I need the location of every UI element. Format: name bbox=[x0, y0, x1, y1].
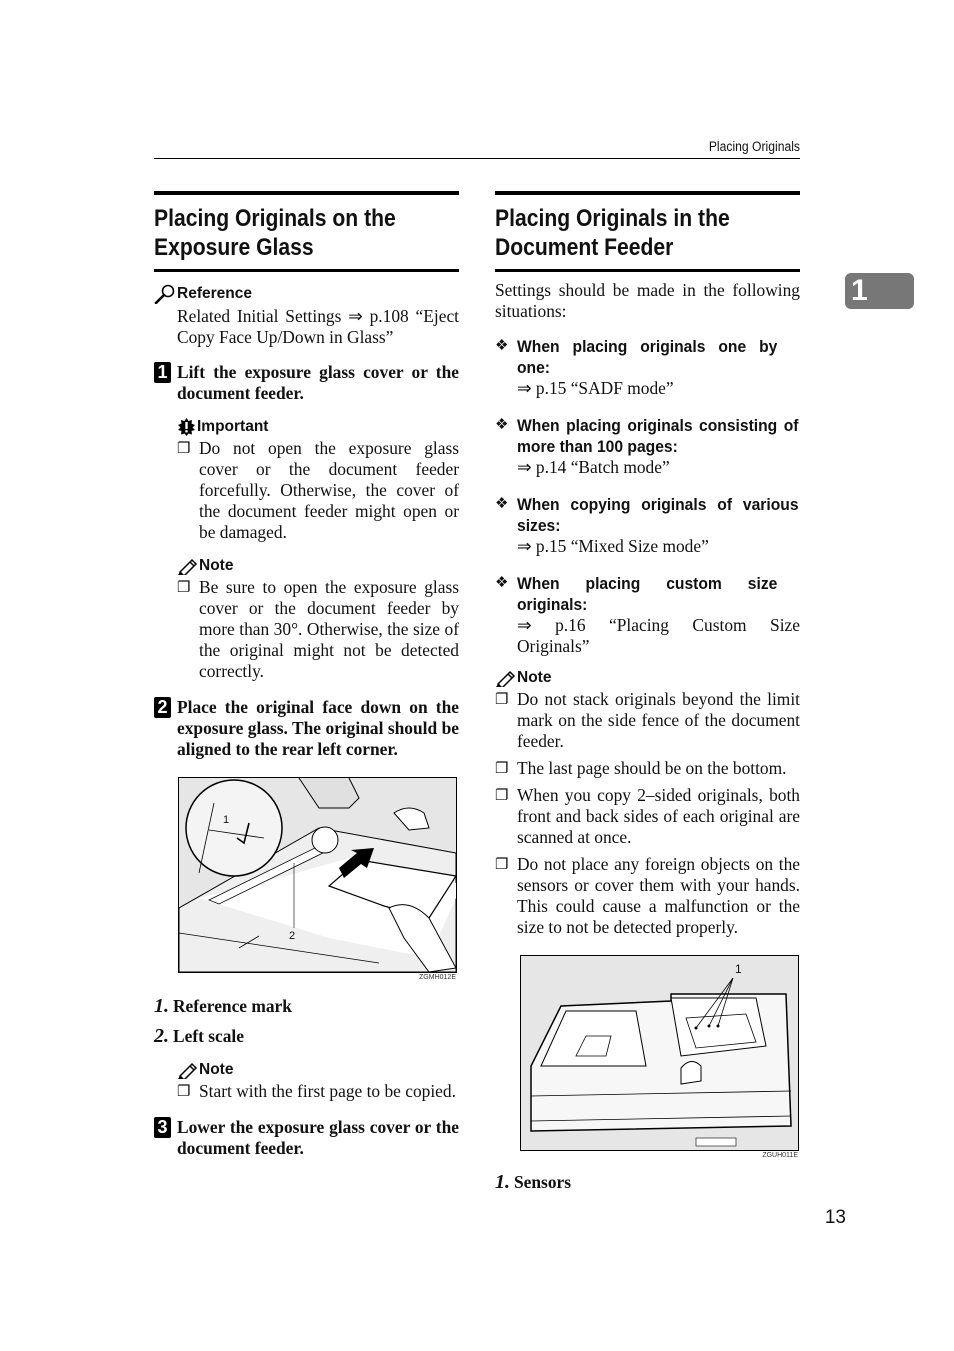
note-item: ❐ Do not stack originals beyond the limi… bbox=[495, 689, 800, 751]
diamond-bullet-icon: ❖ bbox=[495, 338, 509, 354]
diamond-bullet-icon: ❖ bbox=[495, 575, 509, 591]
checkbox-icon: ❐ bbox=[177, 1082, 191, 1100]
figure-document-feeder: 1 ZGUH011E bbox=[520, 955, 799, 1159]
page-reference-link[interactable]: ⇒ p.14 “Batch mode” bbox=[517, 457, 823, 478]
legend-item: 2. Left scale bbox=[154, 1025, 244, 1047]
situation-item: ❖ When placing originals one by one: ⇒ p… bbox=[495, 336, 800, 399]
section-rule-bottom bbox=[495, 269, 800, 272]
step-3: 3 Lower the exposure glass cover or the … bbox=[154, 1117, 459, 1159]
checkbox-icon: ❐ bbox=[495, 759, 509, 777]
magnifier-icon bbox=[154, 284, 177, 305]
page-reference-link[interactable]: ⇒ p.15 “Mixed Size mode” bbox=[517, 536, 823, 557]
legend-item: 1. Reference mark bbox=[154, 995, 292, 1017]
intro-text: Settings should be made in the following… bbox=[495, 280, 800, 321]
important-icon bbox=[177, 418, 197, 436]
section-title: Placing Originals on the Exposure Glass bbox=[154, 205, 396, 261]
checkbox-icon: ❐ bbox=[495, 690, 509, 708]
situation-item: ❖ When copying originals of various size… bbox=[495, 494, 800, 557]
figure-legend: 1. Sensors bbox=[495, 1171, 800, 1194]
legend-item: 1. Sensors bbox=[495, 1171, 572, 1193]
section-rule-bottom bbox=[154, 269, 459, 272]
note-box: Note ❐ Do not stack originals beyond the… bbox=[495, 669, 800, 938]
document-feeder-drawing bbox=[530, 977, 792, 1147]
step-badge: 1 bbox=[154, 362, 171, 383]
page-reference-link[interactable]: ⇒ p.16 “Placing Custom Size Originals” bbox=[517, 615, 800, 657]
important-heading: Important bbox=[177, 418, 459, 436]
pencil-icon bbox=[177, 557, 199, 578]
callout-1: 1 bbox=[735, 962, 742, 976]
illustration-document-feeder: 1 bbox=[520, 955, 799, 1151]
note-item: ❐ Start with the first page to be copied… bbox=[177, 1081, 456, 1101]
chapter-tab: 1 bbox=[845, 273, 914, 309]
note-item: ❐ Be sure to open the exposure glass cov… bbox=[177, 577, 459, 681]
section-rule-top bbox=[495, 191, 800, 195]
reference-text: Related Initial Settings ⇒ p.108 “Eject … bbox=[177, 306, 459, 347]
diamond-bullet-icon: ❖ bbox=[495, 496, 509, 512]
important-item: ❐ Do not open the exposure glass cover o… bbox=[177, 438, 459, 542]
right-column: Placing Originals in the Document Feeder… bbox=[495, 191, 800, 1194]
step-badge: 3 bbox=[154, 1117, 171, 1138]
step-text: Place the original face down on the expo… bbox=[177, 697, 459, 759]
callout-2: 2 bbox=[289, 930, 296, 942]
step-2: 2 Place the original face down on the ex… bbox=[154, 697, 459, 760]
checkbox-icon: ❐ bbox=[177, 578, 191, 596]
note-heading: Note bbox=[495, 669, 800, 690]
left-column: Placing Originals on the Exposure Glass … bbox=[154, 191, 459, 1159]
situation-item: ❖ When placing custom size originals: ⇒ … bbox=[495, 574, 800, 657]
note-box: Note ❐ Start with the first page to be c… bbox=[177, 1061, 459, 1102]
exposure-glass-drawing bbox=[179, 778, 456, 972]
step-1: 1 Lift the exposure glass cover or the d… bbox=[154, 362, 459, 404]
section-title: Placing Originals in the Document Feeder bbox=[495, 205, 730, 261]
checkbox-icon: ❐ bbox=[495, 855, 509, 873]
page-reference-link[interactable]: ⇒ p.15 “SADF mode” bbox=[517, 378, 800, 399]
header-rule bbox=[154, 158, 800, 159]
step-text: Lower the exposure glass cover or the do… bbox=[177, 1117, 459, 1158]
figure-legend: 1. Reference mark 2. Left scale bbox=[154, 995, 459, 1048]
diamond-bullet-icon: ❖ bbox=[495, 417, 509, 433]
figure-code: ZGUH011E bbox=[762, 1152, 798, 1159]
figure-code: ZGMH012E bbox=[419, 974, 456, 981]
checkbox-icon: ❐ bbox=[177, 439, 191, 457]
note-item: ❐ The last page should be on the bottom. bbox=[495, 758, 787, 778]
figure-exposure-glass: 1 2 ZGMH012E bbox=[178, 777, 457, 981]
note-item: ❐ When you copy 2–sided originals, both … bbox=[495, 785, 800, 847]
note-heading: Note bbox=[177, 557, 459, 578]
checkbox-icon: ❐ bbox=[495, 786, 509, 804]
step-badge: 2 bbox=[154, 697, 171, 718]
note-item: ❐ Do not place any foreign objects on th… bbox=[495, 854, 800, 937]
illustration-exposure-glass: 1 2 bbox=[178, 777, 457, 973]
pencil-icon bbox=[495, 669, 517, 690]
running-head: Placing Originals bbox=[708, 139, 800, 154]
pencil-icon bbox=[177, 1061, 199, 1082]
page-number: 13 bbox=[824, 1207, 846, 1228]
important-box: Important ❐ Do not open the exposure gla… bbox=[177, 418, 459, 682]
situation-list: ❖ When placing originals one by one: ⇒ p… bbox=[495, 336, 800, 657]
situation-item: ❖ When placing originals consisting of m… bbox=[495, 415, 800, 478]
callout-1: 1 bbox=[223, 814, 230, 826]
note-heading: Note bbox=[177, 1061, 459, 1082]
reference-heading: Reference bbox=[154, 284, 459, 305]
section-rule-top bbox=[154, 191, 459, 195]
step-text: Lift the exposure glass cover or the doc… bbox=[177, 362, 459, 403]
